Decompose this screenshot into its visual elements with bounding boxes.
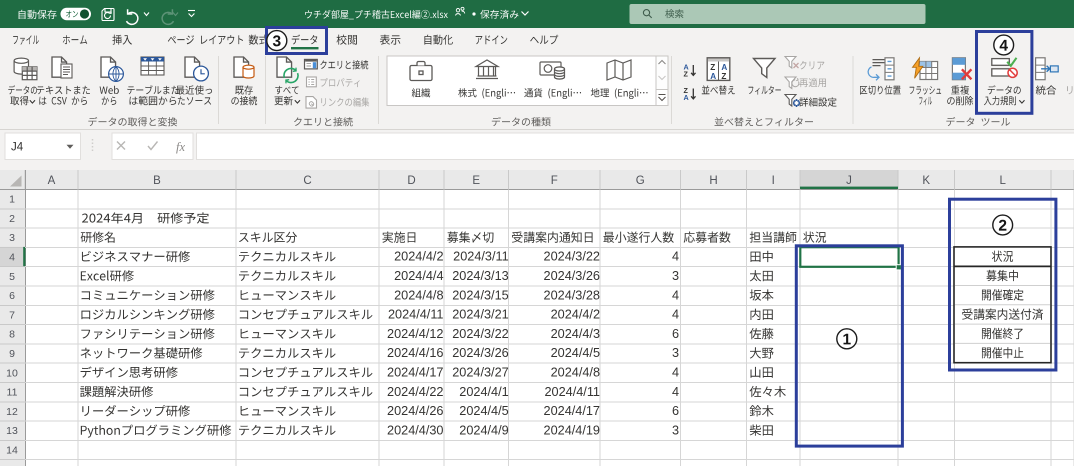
svg-text:4: 4	[672, 366, 679, 380]
svg-text:C: C	[303, 175, 311, 187]
svg-text:2024/4/1: 2024/4/1	[459, 385, 508, 399]
svg-text:2: 2	[9, 213, 15, 225]
svg-text:fx: fx	[176, 140, 185, 154]
svg-text:5: 5	[9, 271, 15, 283]
svg-text:J: J	[846, 175, 852, 187]
svg-text:2024/4/2: 2024/4/2	[551, 308, 600, 322]
svg-text:G: G	[636, 175, 645, 187]
svg-text:1: 1	[9, 194, 15, 206]
svg-text:6: 6	[672, 404, 679, 418]
svg-text:2024/3/13: 2024/3/13	[452, 269, 508, 283]
svg-text:F: F	[551, 175, 558, 187]
svg-text:B: B	[153, 175, 161, 187]
svg-text:I: I	[772, 175, 775, 187]
svg-text:7: 7	[9, 309, 15, 321]
svg-text:D: D	[407, 175, 415, 187]
svg-text:12: 12	[6, 406, 18, 418]
svg-text:14: 14	[6, 445, 18, 457]
svg-text:2024/4/17: 2024/4/17	[387, 366, 443, 380]
svg-text:8: 8	[9, 329, 15, 341]
svg-text:2024/4/8: 2024/4/8	[551, 366, 600, 380]
svg-text:2024/4/2: 2024/4/2	[394, 250, 443, 264]
svg-text:2024/4/26: 2024/4/26	[387, 404, 443, 418]
svg-text:2024/4/16: 2024/4/16	[387, 346, 443, 360]
svg-text:K: K	[922, 175, 930, 187]
svg-text:2024/4/11: 2024/4/11	[388, 308, 444, 322]
svg-text:13: 13	[6, 425, 18, 437]
svg-text:2024/4/5: 2024/4/5	[551, 346, 600, 360]
svg-text:2024/4/8: 2024/4/8	[394, 288, 443, 302]
svg-text:9: 9	[9, 348, 15, 360]
svg-text:2024/4/12: 2024/4/12	[387, 327, 443, 341]
svg-text:10: 10	[6, 367, 18, 379]
svg-text:4: 4	[672, 250, 679, 264]
svg-text:2024/3/22: 2024/3/22	[544, 250, 600, 264]
svg-text:A: A	[710, 72, 716, 81]
svg-text:2024/3/15: 2024/3/15	[452, 288, 508, 302]
svg-text:4: 4	[9, 252, 15, 264]
svg-text:11: 11	[7, 387, 18, 399]
svg-text:2024/3/21: 2024/3/21	[452, 308, 508, 322]
svg-text:2024/3/27: 2024/3/27	[452, 366, 508, 380]
svg-text:H: H	[709, 175, 717, 187]
svg-text:2024/3/11: 2024/3/11	[453, 250, 509, 264]
svg-text:A: A	[684, 93, 689, 102]
svg-text:Z: Z	[721, 72, 726, 81]
svg-text:2024/4/17: 2024/4/17	[544, 404, 600, 418]
svg-text:6: 6	[9, 290, 15, 302]
svg-text:4: 4	[672, 288, 679, 302]
svg-text:3: 3	[672, 269, 679, 283]
svg-text:2024/4/22: 2024/4/22	[387, 385, 443, 399]
svg-text:Z: Z	[684, 70, 689, 79]
svg-text:2024/3/26: 2024/3/26	[544, 269, 600, 283]
svg-text:2024/4/30: 2024/4/30	[387, 423, 443, 437]
svg-text:J4: J4	[11, 142, 24, 154]
svg-text:2024/3/26: 2024/3/26	[452, 346, 508, 360]
svg-text:2024/4/11: 2024/4/11	[544, 385, 600, 399]
svg-text:2024/4/4: 2024/4/4	[394, 269, 443, 283]
svg-text:3: 3	[9, 232, 15, 244]
svg-text:3: 3	[672, 423, 679, 437]
svg-text:2024/4/9: 2024/4/9	[459, 423, 508, 437]
svg-text:2024/4/3: 2024/4/3	[551, 327, 600, 341]
svg-text:A: A	[48, 175, 56, 187]
svg-text:2024/4/19: 2024/4/19	[544, 423, 600, 437]
svg-text:L: L	[1000, 175, 1007, 187]
svg-text:3: 3	[672, 346, 679, 360]
svg-text:2024/4/5: 2024/4/5	[459, 404, 508, 418]
svg-text:4: 4	[672, 308, 679, 322]
svg-text:4: 4	[672, 385, 679, 399]
svg-text:2024/3/28: 2024/3/28	[544, 288, 600, 302]
svg-text:2024/3/22: 2024/3/22	[452, 327, 508, 341]
svg-text:E: E	[472, 175, 480, 187]
svg-text:6: 6	[672, 327, 679, 341]
